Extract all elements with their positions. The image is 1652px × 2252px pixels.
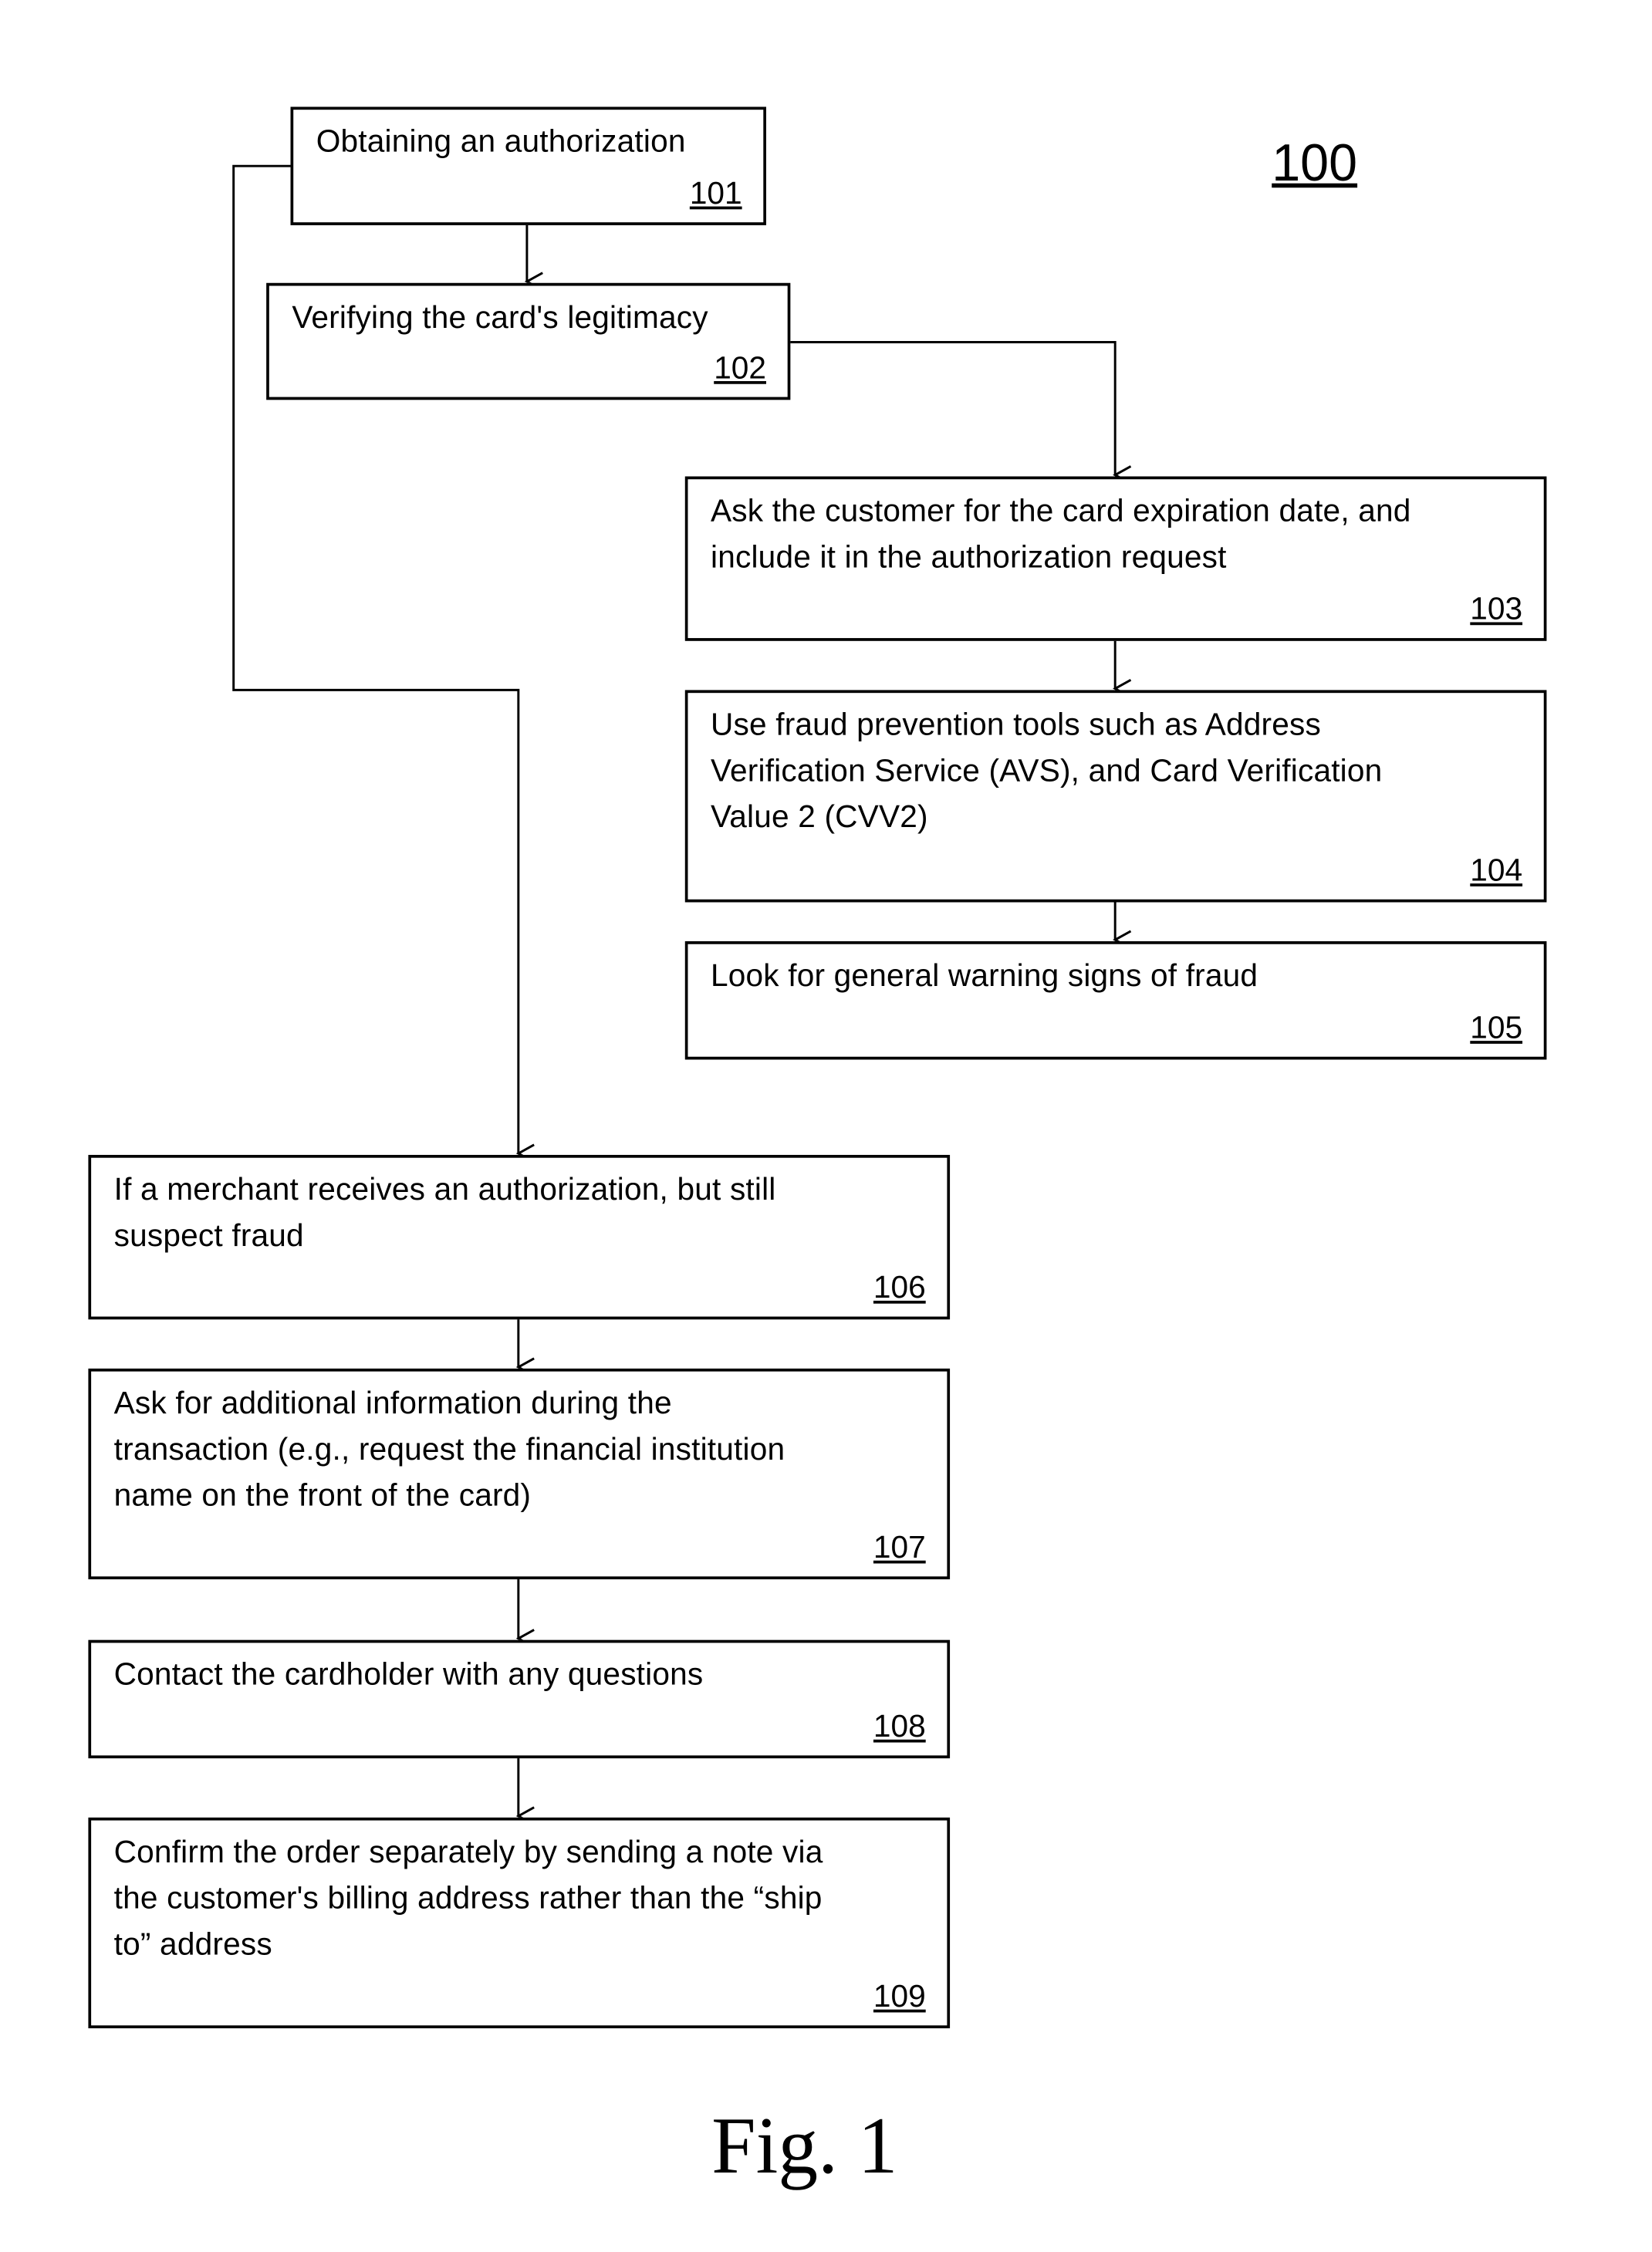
figure-caption: Fig. 1 [711, 2102, 898, 2192]
step-reference: 104 [1470, 852, 1523, 888]
arrow-102-to-103 [789, 340, 1132, 485]
step-text: If a merchant receives an authorization,… [113, 1170, 776, 1254]
step-text: Use fraud prevention tools such as Addre… [711, 706, 1383, 835]
step-reference: 103 [1470, 590, 1523, 627]
figure-reference-numeral: 100 [1272, 133, 1358, 192]
step-box-108: Contact the cardholder with any question… [88, 1639, 951, 1759]
step-text: Confirm the order separately by sending … [113, 1833, 823, 1962]
step-reference: 102 [714, 349, 766, 386]
step-reference: 107 [873, 1528, 926, 1565]
step-reference: 108 [873, 1707, 926, 1744]
step-box-104: Use fraud prevention tools such as Addre… [684, 690, 1547, 903]
step-box-105: Look for general warning signs of fraud … [684, 941, 1547, 1060]
step-text: Ask for additional information during th… [113, 1384, 785, 1514]
step-box-107: Ask for additional information during th… [88, 1368, 951, 1580]
step-reference: 106 [873, 1268, 926, 1305]
step-box-109: Confirm the order separately by sending … [88, 1817, 951, 2029]
step-reference: 101 [689, 174, 742, 211]
step-box-106: If a merchant receives an authorization,… [88, 1154, 951, 1320]
step-box-102: Verifying the card's legitimacy 102 [266, 282, 791, 400]
step-text: Ask the customer for the card expiration… [711, 492, 1411, 575]
flowchart-figure: 100 Obtaining an authorization 101 Verif… [0, 0, 1652, 2252]
step-text: Look for general warning signs of fraud [711, 957, 1258, 994]
step-reference: 105 [1470, 1008, 1523, 1045]
step-text: Contact the cardholder with any question… [113, 1656, 704, 1693]
step-text: Verifying the card's legitimacy [292, 299, 708, 336]
step-reference: 109 [873, 1977, 926, 2014]
step-box-103: Ask the customer for the card expiration… [684, 476, 1547, 641]
step-text: Obtaining an authorization [316, 123, 686, 159]
step-box-101: Obtaining an authorization 101 [290, 106, 766, 225]
